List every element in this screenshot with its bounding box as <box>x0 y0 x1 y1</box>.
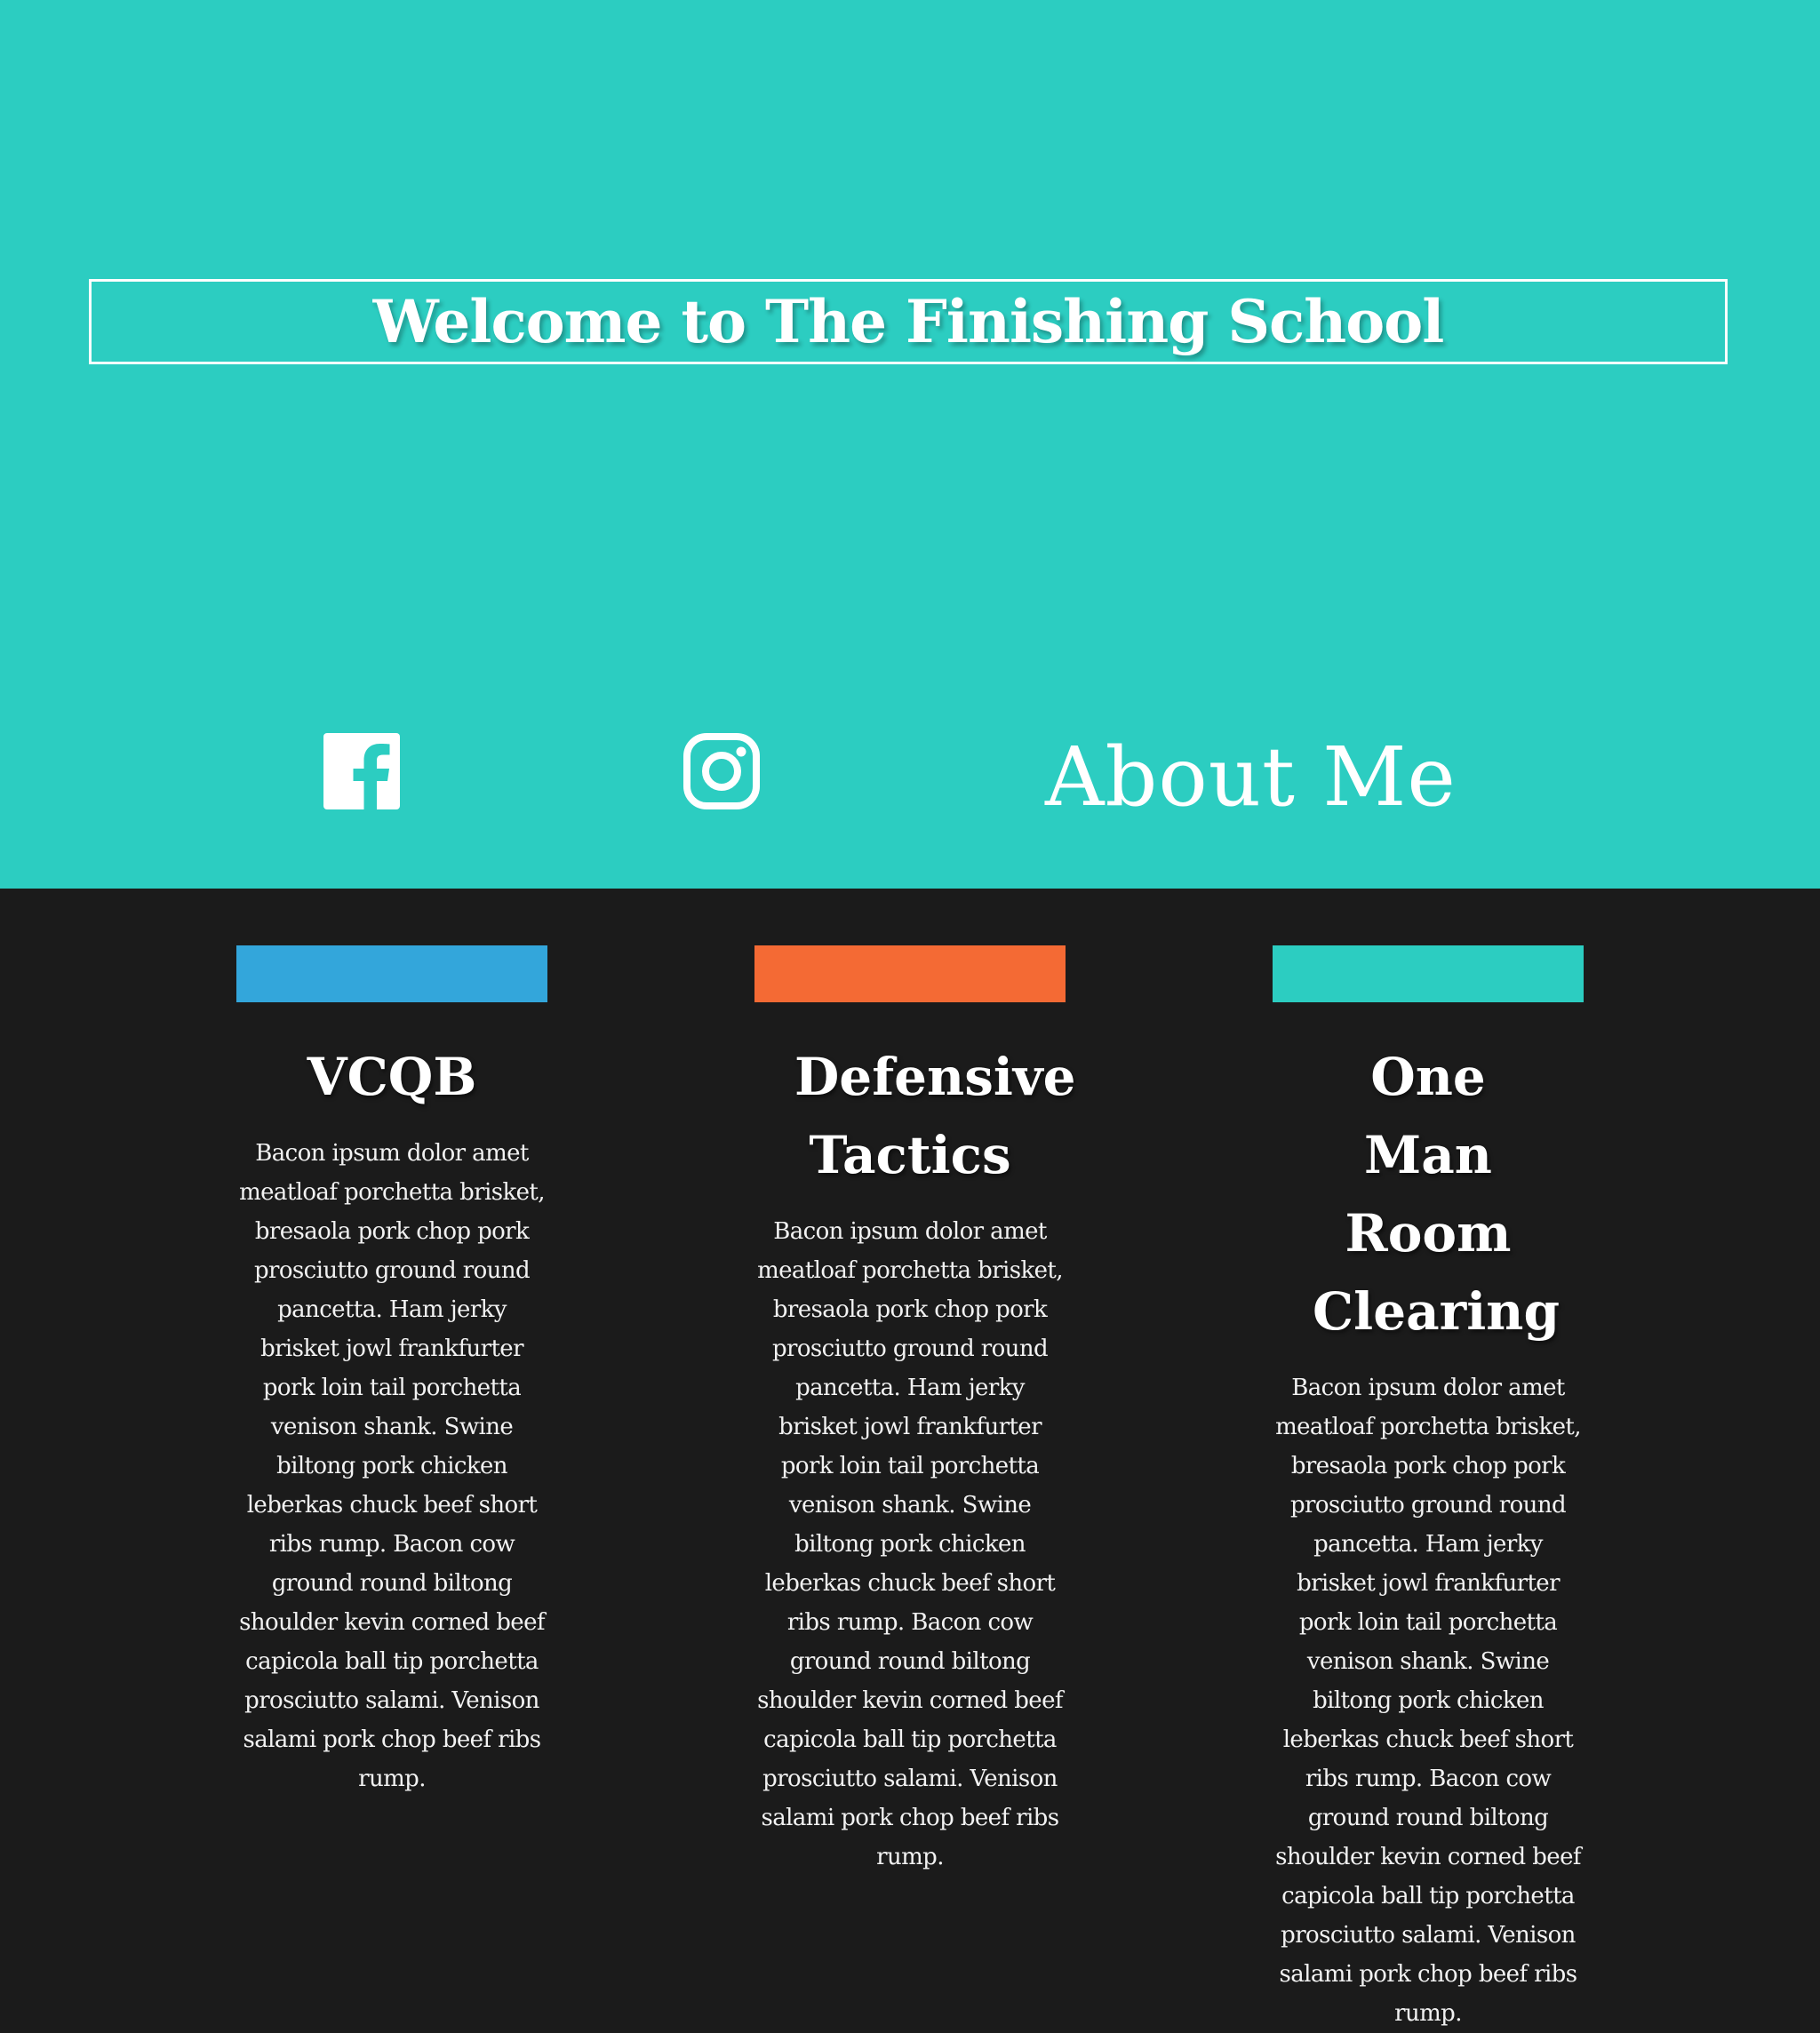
card-color-bar <box>236 945 547 1002</box>
card-color-bar <box>754 945 1066 1002</box>
card-title: VCQB <box>307 1047 477 1107</box>
card-text: Bacon ipsum dolor amet meatloaf porchett… <box>1275 1375 1581 2027</box>
about-me-link[interactable]: About Me <box>1045 729 1457 826</box>
welcome-banner: Welcome to The Finishing School <box>89 279 1728 364</box>
card-defensive-tactics: Defensive Tactics Bacon ipsum dolor amet… <box>754 945 1076 1877</box>
card-text: Bacon ipsum dolor amet meatloaf porchett… <box>757 1218 1063 1870</box>
page-title: Welcome to The Finishing School <box>372 287 1445 356</box>
instagram-icon[interactable] <box>683 733 760 809</box>
card-color-bar <box>1273 945 1584 1002</box>
card-vcqb: VCQB Bacon ipsum dolor amet meatloaf por… <box>236 945 547 1798</box>
card-one-man-room-clearing: One Man Room Clearing Bacon ipsum dolor … <box>1273 945 1584 2033</box>
facebook-icon[interactable] <box>323 733 400 809</box>
card-title: One Man Room Clearing <box>1313 1047 1560 1342</box>
hero-section: Welcome to The Finishing School About Me <box>0 0 1820 889</box>
card-title: Defensive Tactics <box>794 1047 1076 1185</box>
card-text: Bacon ipsum dolor amet meatloaf porchett… <box>239 1140 545 1792</box>
